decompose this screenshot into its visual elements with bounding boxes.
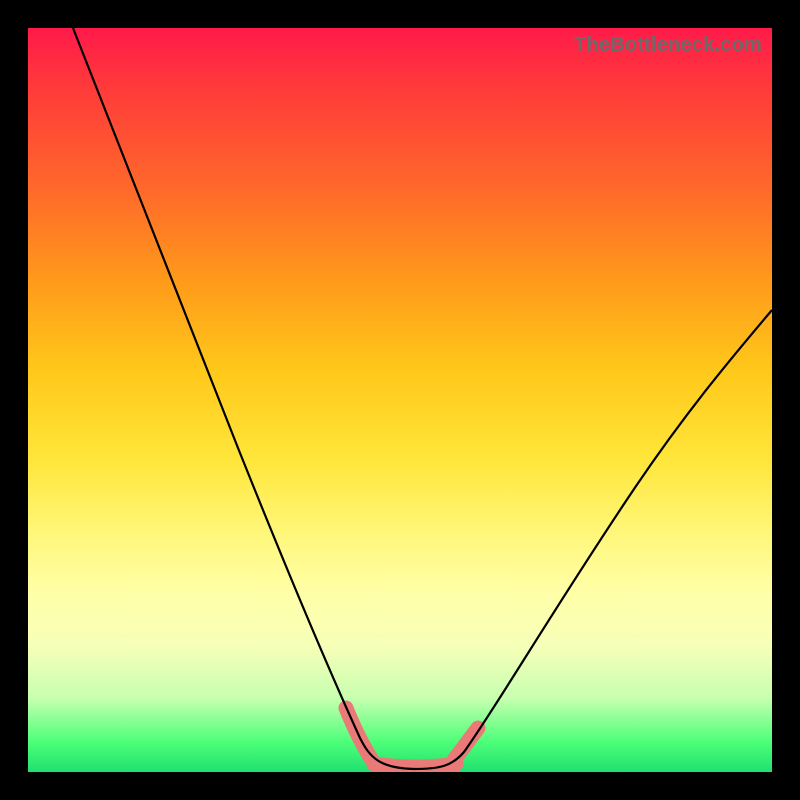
main-curve — [73, 28, 772, 769]
chart-frame: TheBottleneck.com — [0, 0, 800, 800]
highlight-right — [454, 728, 478, 760]
curve-layer — [28, 28, 772, 772]
plot-area: TheBottleneck.com — [28, 28, 772, 772]
